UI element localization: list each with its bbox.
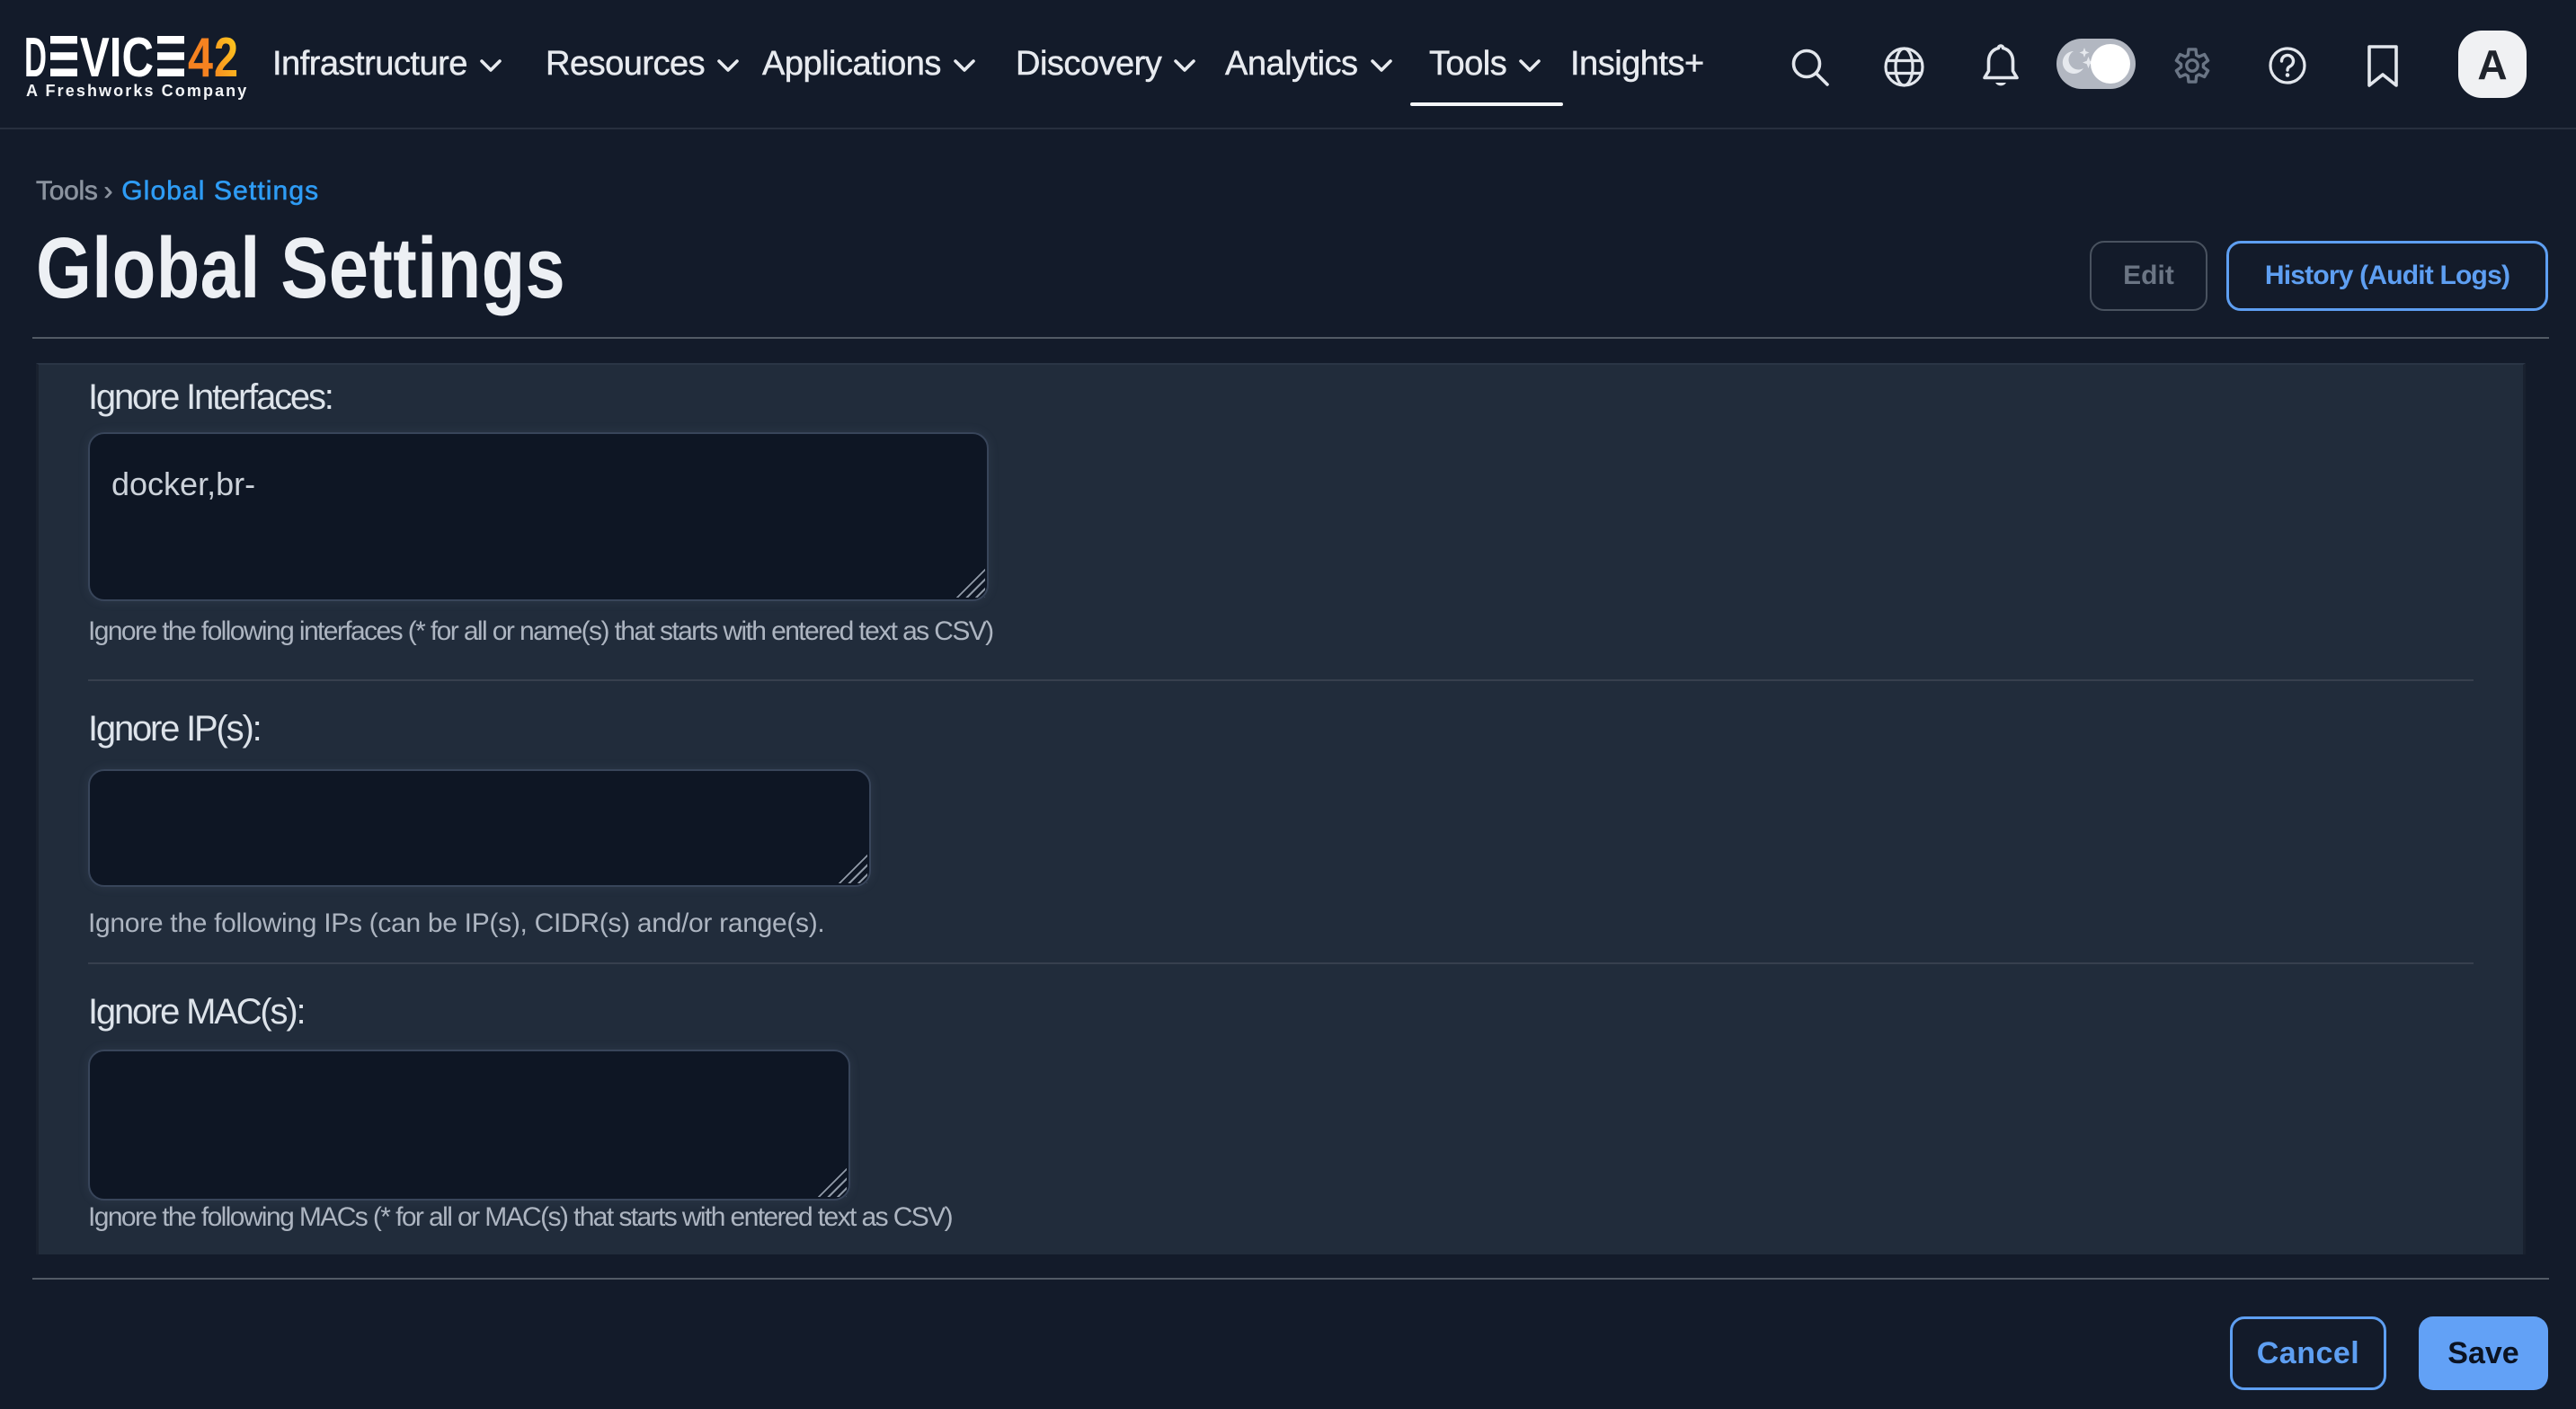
svg-text:D: D xyxy=(24,36,47,81)
svg-text:VIC: VIC xyxy=(80,36,154,81)
svg-text:4: 4 xyxy=(188,36,213,81)
svg-text:2: 2 xyxy=(214,36,238,81)
